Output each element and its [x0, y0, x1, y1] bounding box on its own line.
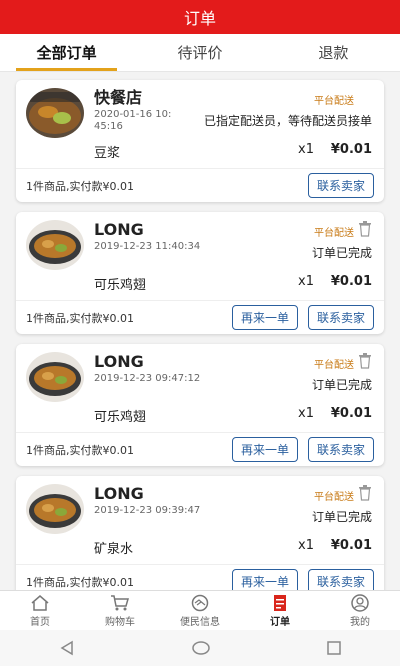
- item-quantity: x1: [298, 142, 314, 157]
- system-nav-bar: [0, 630, 400, 666]
- order-status: 订单已完成: [311, 378, 372, 392]
- nav-home[interactable]: 首页: [0, 591, 80, 630]
- tab-pending-review[interactable]: 待评价: [133, 34, 266, 71]
- profile-icon: [351, 593, 369, 612]
- delivery-badge: 平台配送: [314, 492, 354, 503]
- trash-icon[interactable]: [358, 485, 372, 501]
- nav-home-label: 首页: [30, 616, 50, 628]
- order-summary: 1件商品,实付款¥0.01: [26, 179, 134, 193]
- order-status: 订单已完成: [311, 510, 372, 524]
- home-circle-icon[interactable]: [191, 640, 211, 656]
- item-price: ¥0.01: [330, 538, 372, 553]
- home-icon: [31, 594, 49, 611]
- order-card[interactable]: LONG 2019-12-23 09:47:12 平台配送 订单已完成 可乐鸡翅…: [16, 344, 384, 466]
- order-summary: 1件商品,实付款¥0.01: [26, 311, 134, 325]
- shop-thumbnail: [26, 88, 84, 138]
- order-status: 已指定配送员，等待配送员接单: [203, 114, 372, 128]
- delivery-badge: 平台配送: [314, 360, 354, 371]
- trash-icon[interactable]: [358, 221, 372, 237]
- contact-seller-button[interactable]: 联系卖家: [307, 173, 374, 198]
- order-header: LONG 2019-12-23 09:47:12 平台配送 订单已完成 可乐鸡翅…: [16, 344, 384, 432]
- item-name: 矿泉水: [94, 542, 134, 557]
- order-card[interactable]: 快餐店 2020-01-16 10:45:16 平台配送 已指定配送员，等待配送…: [16, 80, 384, 202]
- item-price: ¥0.01: [330, 406, 372, 421]
- delivery-badge: 平台配送: [314, 96, 354, 107]
- reorder-button[interactable]: 再来一单: [231, 305, 298, 330]
- contact-seller-button[interactable]: 联系卖家: [307, 305, 374, 330]
- delivery-badge: 平台配送: [314, 228, 354, 239]
- order-header: LONG 2019-12-23 11:40:34 平台配送 订单已完成 可乐鸡翅…: [16, 212, 384, 300]
- reorder-button[interactable]: 再来一单: [231, 437, 298, 462]
- order-status: 订单已完成: [311, 246, 372, 260]
- shop-thumbnail: [26, 484, 84, 534]
- order-tabs: 全部订单 待评价 退款: [0, 34, 400, 72]
- order-time: 2020-01-16 10:45:16: [94, 109, 172, 132]
- order-icon: [274, 594, 286, 611]
- order-list: 快餐店 2020-01-16 10:45:16 平台配送 已指定配送员，等待配送…: [0, 80, 400, 608]
- shop-thumbnail: [26, 352, 84, 402]
- item-quantity: x1: [298, 274, 314, 289]
- nav-profile[interactable]: 我的: [320, 591, 400, 630]
- order-header: LONG 2019-12-23 09:39:47 平台配送 订单已完成 矿泉水 …: [16, 476, 384, 564]
- nav-orders[interactable]: 订单: [240, 591, 320, 630]
- nav-info-label: 便民信息: [180, 616, 220, 628]
- nav-cart-label: 购物车: [105, 616, 135, 628]
- item-quantity: x1: [298, 406, 314, 421]
- tab-all-orders[interactable]: 全部订单: [0, 34, 133, 71]
- handshake-icon: [191, 594, 209, 611]
- back-icon[interactable]: [58, 640, 76, 656]
- shop-thumbnail: [26, 220, 84, 270]
- cart-icon: [111, 594, 129, 610]
- page-title: 订单: [183, 9, 216, 28]
- order-card[interactable]: LONG 2019-12-23 11:40:34 平台配送 订单已完成 可乐鸡翅…: [16, 212, 384, 334]
- item-name: 可乐鸡翅: [94, 410, 147, 425]
- item-quantity: x1: [298, 538, 314, 553]
- item-name: 可乐鸡翅: [94, 278, 147, 293]
- item-price: ¥0.01: [330, 142, 372, 157]
- trash-icon[interactable]: [358, 353, 372, 369]
- order-card[interactable]: LONG 2019-12-23 09:39:47 平台配送 订单已完成 矿泉水 …: [16, 476, 384, 598]
- recent-apps-icon[interactable]: [326, 640, 342, 656]
- item-price: ¥0.01: [330, 274, 372, 289]
- nav-cart[interactable]: 购物车: [80, 591, 160, 630]
- nav-orders-label: 订单: [270, 616, 290, 628]
- order-footer: 1件商品,实付款¥0.01 联系卖家: [16, 168, 384, 202]
- order-header: 快餐店 2020-01-16 10:45:16 平台配送 已指定配送员，等待配送…: [16, 80, 384, 168]
- order-summary: 1件商品,实付款¥0.01: [26, 575, 134, 589]
- order-summary: 1件商品,实付款¥0.01: [26, 443, 134, 457]
- order-footer: 1件商品,实付款¥0.01 再来一单 联系卖家: [16, 432, 384, 466]
- item-name: 豆浆: [94, 146, 121, 161]
- order-footer: 1件商品,实付款¥0.01 再来一单 联系卖家: [16, 300, 384, 334]
- tab-refund[interactable]: 退款: [267, 34, 400, 71]
- contact-seller-button[interactable]: 联系卖家: [307, 437, 374, 462]
- nav-profile-label: 我的: [350, 616, 370, 628]
- bottom-navbar: 首页 购物车 便民信息 订单 我的: [0, 590, 400, 630]
- title-bar: 订单: [0, 0, 400, 34]
- nav-info[interactable]: 便民信息: [160, 591, 240, 630]
